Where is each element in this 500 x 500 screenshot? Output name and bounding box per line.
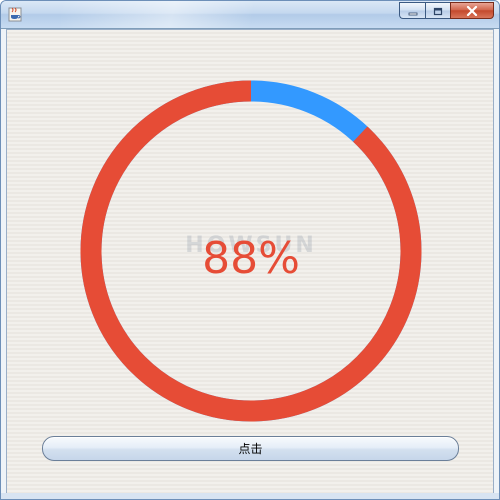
app-window: HOWSUN 88% 点击 [0, 0, 500, 500]
progress-percentage-label: 88% [202, 233, 300, 284]
click-button[interactable]: 点击 [42, 436, 459, 461]
